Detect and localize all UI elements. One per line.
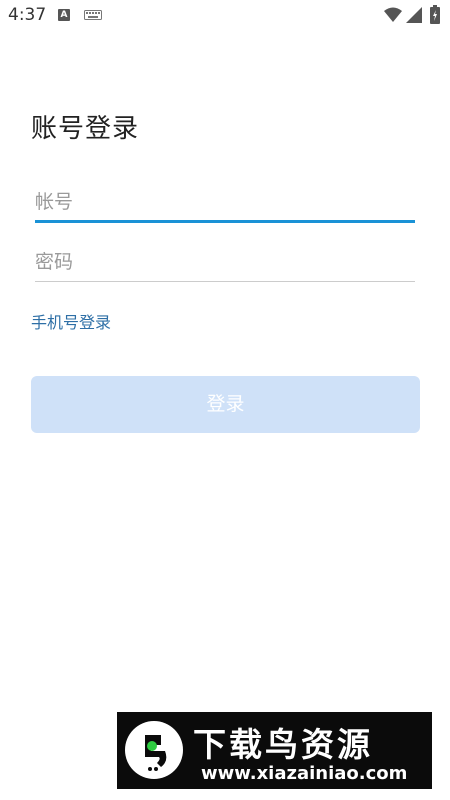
login-screen: 4:37 A 账号登录 手机号登录 登录 (0, 0, 450, 800)
phone-login-link[interactable]: 手机号登录 (31, 309, 111, 333)
account-input-underline (35, 220, 415, 223)
cell-signal-icon (406, 7, 422, 23)
password-input[interactable] (35, 242, 415, 282)
status-bar: 4:37 A (0, 0, 450, 30)
wifi-icon (384, 7, 402, 22)
account-input[interactable] (35, 182, 415, 222)
page-title: 账号登录 (31, 114, 140, 144)
watermark-title: 下载鸟资源 (193, 725, 373, 764)
status-time: 4:37 (8, 5, 47, 25)
green-dot-icon (147, 741, 157, 751)
bird-logo-icon (125, 721, 183, 779)
battery-icon (430, 5, 440, 24)
bird-mark-icon (145, 735, 167, 771)
keyboard-icon (84, 10, 102, 20)
watermark-url: www.xiazainiao.com (201, 763, 408, 784)
password-input-underline (35, 281, 415, 282)
a-notification-icon: A (58, 9, 70, 21)
watermark-banner: 下载鸟资源 www.xiazainiao.com (117, 712, 432, 789)
login-button[interactable]: 登录 (31, 376, 420, 433)
